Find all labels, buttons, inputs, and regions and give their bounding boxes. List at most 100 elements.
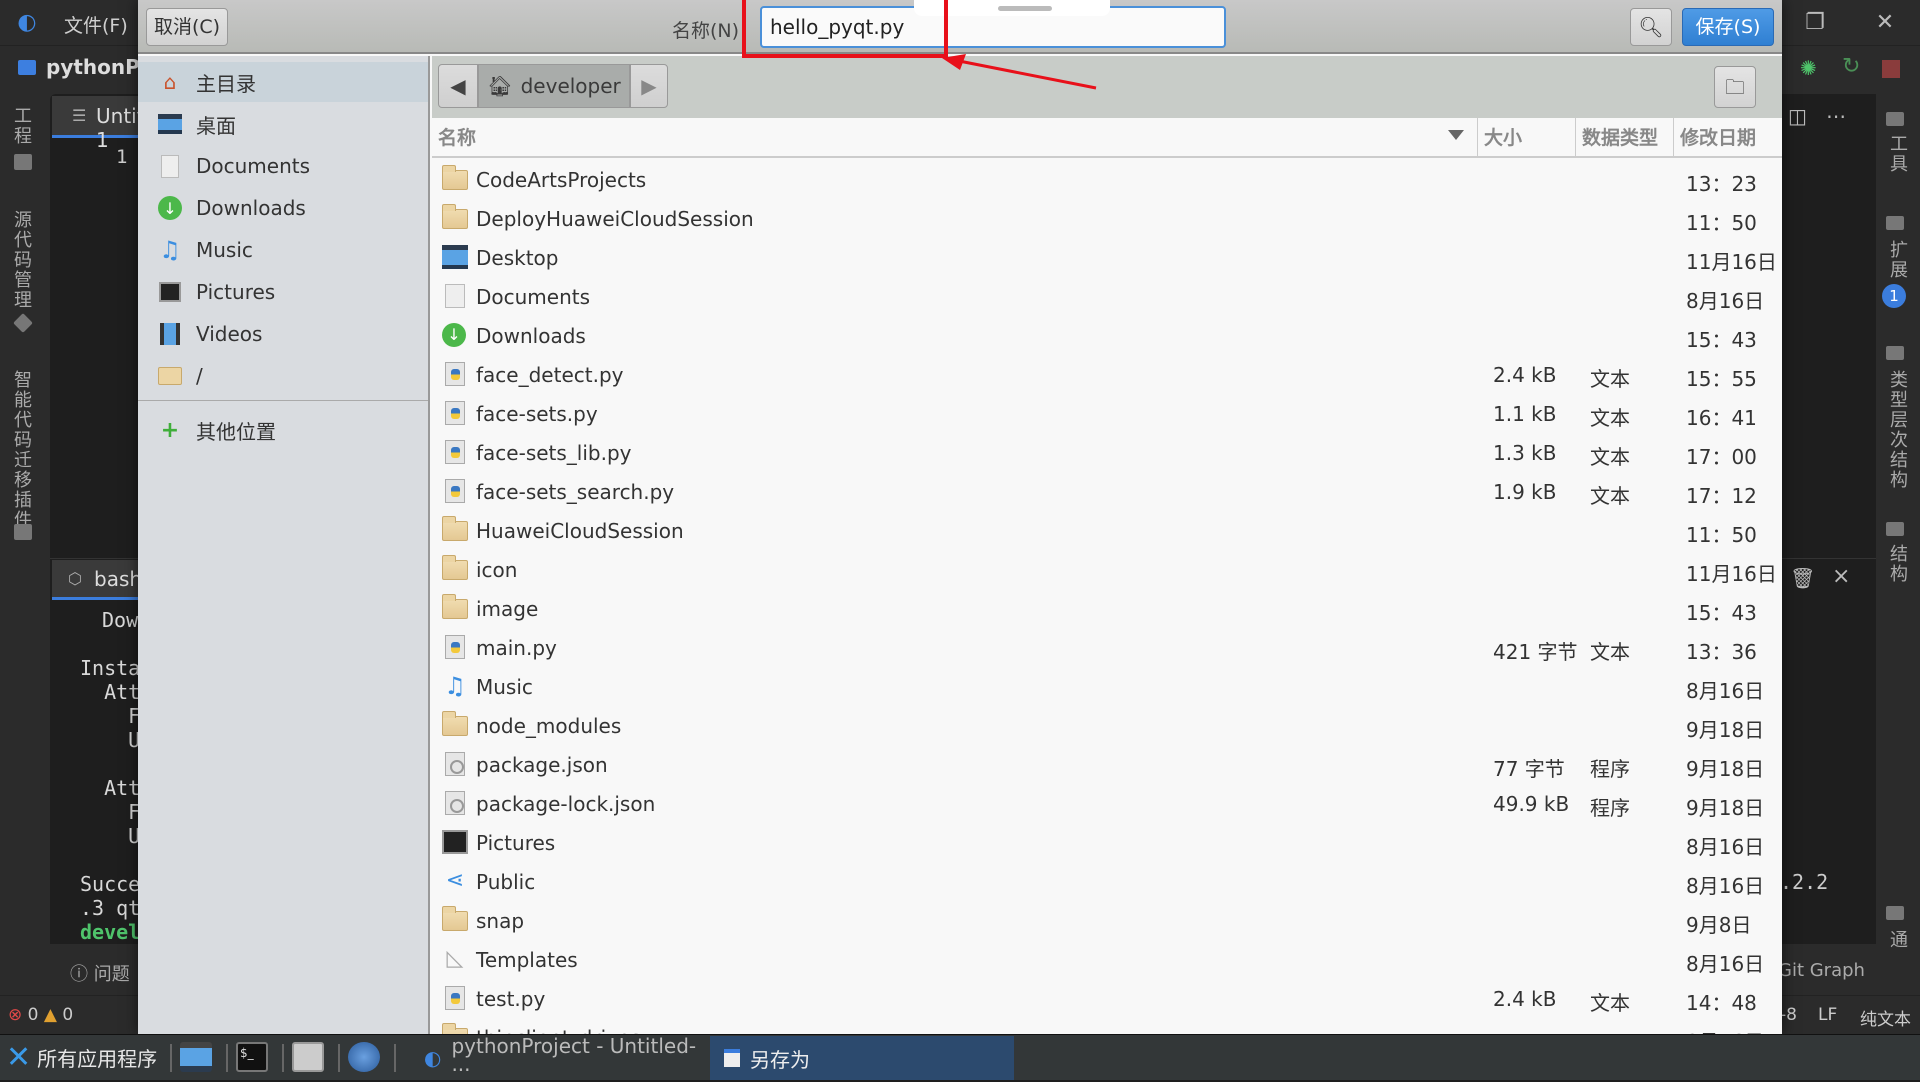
- search-button[interactable]: 🔍︎: [1630, 8, 1672, 46]
- file-name: Music: [476, 675, 533, 699]
- problems-tab[interactable]: ⓘ 问题: [70, 960, 130, 986]
- path-back-button[interactable]: ◀: [438, 64, 478, 108]
- place-pictures[interactable]: Pictures: [138, 272, 428, 312]
- place-downloads[interactable]: ↓ Downloads: [138, 188, 428, 228]
- column-name[interactable]: 名称: [432, 118, 1478, 158]
- terminal-line: F: [80, 800, 141, 824]
- language-status[interactable]: 纯文本: [1860, 1005, 1911, 1030]
- file-row[interactable]: face-sets.py 1.1 kB 文本 16：41: [432, 394, 1782, 433]
- right-tab-tools[interactable]: 工具: [1884, 134, 1910, 174]
- warning-icon: ▲: [43, 1005, 57, 1025]
- filename-label: 名称(N): [672, 20, 740, 42]
- more-actions-icon[interactable]: ⋯: [1826, 104, 1846, 128]
- git-graph-button[interactable]: Git Graph: [1778, 960, 1865, 981]
- download-icon: ↓: [158, 196, 182, 220]
- file-row[interactable]: package.json 77 字节 程序 9月18日: [432, 745, 1782, 784]
- save-button[interactable]: 保存(S): [1682, 8, 1774, 46]
- file-row[interactable]: test.py 2.4 kB 文本 14：48: [432, 979, 1782, 1018]
- file-row[interactable]: ⋖ Public 8月16日: [432, 862, 1782, 901]
- text-file-icon: ☰: [72, 106, 87, 125]
- file-modified: 17：00: [1686, 445, 1757, 469]
- file-row[interactable]: ◺ Templates 8月16日: [432, 940, 1782, 979]
- split-editor-icon[interactable]: ◫: [1788, 104, 1807, 128]
- file-size: 49.9 kB: [1493, 792, 1570, 816]
- close-terminal-icon[interactable]: ×: [1832, 564, 1850, 589]
- file-name: Pictures: [476, 831, 556, 855]
- file-row[interactable]: snap 9月8日: [432, 901, 1782, 940]
- encoding-status[interactable]: -8: [1780, 1005, 1797, 1025]
- file-name: CodeArtsProjects: [476, 168, 647, 192]
- column-size[interactable]: 大小: [1478, 118, 1576, 158]
- place-home[interactable]: ⌂ 主目录: [138, 62, 428, 102]
- file-row[interactable]: Documents 8月16日: [432, 277, 1782, 316]
- show-desktop-icon[interactable]: [180, 1042, 212, 1072]
- sort-descending-icon[interactable]: [1448, 130, 1464, 140]
- right-tab-extensions[interactable]: 扩展: [1884, 240, 1910, 280]
- task-ide[interactable]: ◐ pythonProject - Untitled-···: [410, 1034, 710, 1082]
- file-size: 1.9 kB: [1493, 480, 1557, 504]
- file-row[interactable]: DeployHuaweiCloudSession 11：50: [432, 199, 1782, 238]
- file-row[interactable]: Desktop 11月16日: [432, 238, 1782, 277]
- menu-file[interactable]: 文件(F): [64, 11, 128, 38]
- music-icon: ♫: [444, 672, 466, 700]
- file-row[interactable]: CodeArtsProjects 13：23: [432, 160, 1782, 199]
- left-tab-project[interactable]: 工程: [8, 106, 34, 146]
- file-row[interactable]: face-sets_lib.py 1.3 kB 文本 17：00: [432, 433, 1782, 472]
- place-root[interactable]: /: [138, 356, 428, 396]
- file-row[interactable]: ↓ Downloads 15：43: [432, 316, 1782, 355]
- problems-status[interactable]: ⊗ 0 ▲ 0: [8, 1005, 73, 1025]
- file-row[interactable]: ♫ Music 8月16日: [432, 667, 1782, 706]
- ide-logo-icon: ◐: [17, 10, 37, 35]
- file-modified: 17：12: [1686, 484, 1757, 508]
- path-crumb-label: developer: [520, 74, 621, 98]
- browser-icon[interactable]: [348, 1042, 380, 1072]
- file-manager-icon[interactable]: [292, 1042, 324, 1072]
- file-row[interactable]: icon 11月16日: [432, 550, 1782, 589]
- file-row[interactable]: package-lock.json 49.9 kB 程序 9月18日: [432, 784, 1782, 823]
- file-name: package.json: [476, 753, 608, 777]
- terminal-launcher-icon[interactable]: $_: [236, 1042, 268, 1072]
- place-music[interactable]: ♫ Music: [138, 230, 428, 270]
- file-row[interactable]: thinclient_drives 8月16日: [432, 1018, 1782, 1034]
- error-count: 0: [27, 1005, 39, 1025]
- line-ending-status[interactable]: LF: [1818, 1005, 1837, 1025]
- place-videos[interactable]: Videos: [138, 314, 428, 354]
- music-icon: ♫: [159, 236, 181, 264]
- column-type[interactable]: 数据类型: [1576, 118, 1674, 158]
- close-window-icon[interactable]: ✕: [1870, 8, 1900, 38]
- left-tab-migration[interactable]: 智能代码迁移插件: [8, 370, 34, 530]
- file-row[interactable]: HuaweiCloudSession 11：50: [432, 511, 1782, 550]
- path-forward-button[interactable]: ▶: [630, 64, 668, 108]
- debug-icon[interactable]: ✺: [1800, 56, 1817, 80]
- file-row[interactable]: face-sets_search.py 1.9 kB 文本 17：12: [432, 472, 1782, 511]
- drag-handle-bar[interactable]: [998, 6, 1052, 11]
- file-row[interactable]: node_modules 9月18日: [432, 706, 1782, 745]
- right-tab-type-hierarchy[interactable]: 类型层次结构: [1884, 370, 1910, 490]
- right-tab-structure[interactable]: 结构: [1884, 544, 1910, 584]
- file-row[interactable]: main.py 421 字节 文本 13：36: [432, 628, 1782, 667]
- file-name: Templates: [476, 948, 578, 972]
- place-documents[interactable]: Documents: [138, 146, 428, 186]
- stop-icon[interactable]: [1882, 60, 1900, 78]
- place-desktop[interactable]: 桌面: [138, 104, 428, 144]
- restore-window-icon[interactable]: ❐: [1800, 8, 1830, 38]
- file-size: 421 字节: [1493, 640, 1578, 664]
- terminal-line: Insta: [80, 656, 141, 680]
- path-crumb-home[interactable]: 🏠︎ developer: [478, 64, 630, 108]
- trash-icon[interactable]: 🗑: [1790, 566, 1815, 590]
- desktop-icon: [158, 112, 182, 136]
- cancel-button[interactable]: 取消(C): [146, 8, 228, 46]
- file-row[interactable]: image 15：43: [432, 589, 1782, 628]
- file-modified: 15：43: [1686, 601, 1757, 625]
- task-save-as[interactable]: 另存为: [710, 1036, 1014, 1080]
- place-other-locations[interactable]: + 其他位置: [138, 410, 428, 450]
- file-row[interactable]: Pictures 8月16日: [432, 823, 1782, 862]
- left-tab-scm[interactable]: 源代码管理: [8, 210, 34, 310]
- new-folder-button[interactable]: 🗀: [1714, 66, 1756, 108]
- restart-icon[interactable]: ↻: [1842, 54, 1860, 79]
- start-menu-button[interactable]: ✕ 所有应用程序: [6, 1040, 157, 1075]
- terminal-version-text: .2.2: [1780, 870, 1829, 894]
- file-list[interactable]: 名称 大小 数据类型 修改日期 CodeArtsProjects 13：23 Dep…: [432, 118, 1782, 1034]
- file-row[interactable]: face_detect.py 2.4 kB 文本 15：55: [432, 355, 1782, 394]
- column-modified[interactable]: 修改日期: [1674, 118, 1782, 158]
